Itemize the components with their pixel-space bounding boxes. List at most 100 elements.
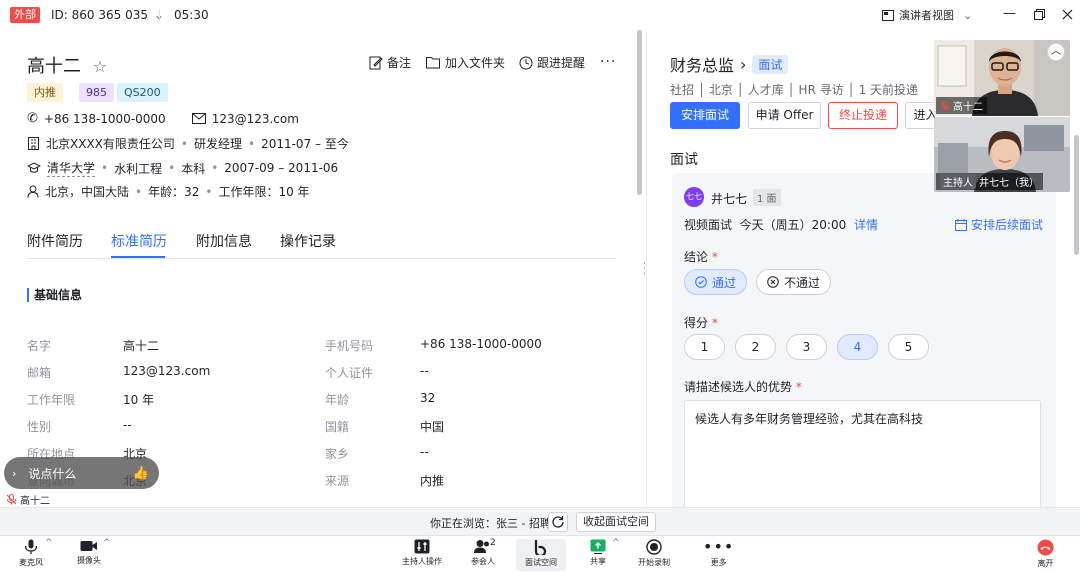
personal-row: 北京，中国大陆 • 年龄：32 • 工作年限：10 年	[27, 183, 310, 200]
browse-bar: 你正在浏览：张三 - 招聘 收起面试空间	[0, 507, 1080, 535]
hang-up-icon	[1037, 539, 1054, 556]
refresh-button[interactable]	[548, 512, 568, 532]
video-tile-host[interactable]: 主持人 井七七（我）	[934, 117, 1070, 192]
field-label: 个人证件	[325, 366, 374, 380]
job-title-row[interactable]: 财务总监 › 面试	[670, 52, 789, 76]
chat-input-pill[interactable]: › 说点什么 👍	[4, 457, 159, 489]
camera-label: 摄像头	[77, 556, 101, 565]
tab-additional-info[interactable]: 附加信息	[196, 231, 252, 251]
field-label: 年龄	[325, 393, 350, 407]
self-mic-status: 高十二	[6, 492, 50, 507]
years-experience: 工作年限：10 年	[218, 185, 310, 199]
more-dots-icon: •••	[703, 537, 735, 556]
minimize-icon[interactable]: —	[1003, 6, 1016, 21]
view-mode-switch[interactable]: 演讲者视图 ⌄	[882, 7, 972, 23]
arrange-next-interview-label: 安排后续面试	[970, 218, 1043, 232]
interview-schedule: 视频面试 今天（周五）20:00 详情	[684, 216, 878, 233]
field-label: 工作年限	[27, 393, 76, 407]
fail-label: 不通过	[783, 275, 820, 290]
meeting-toolbar: 麦克风 ^ 摄像头 ^ 主持人操作 参会人 2 面试空间 共享 ^ 开始录制 •…	[0, 535, 1080, 573]
field-value: 32	[420, 391, 436, 405]
strengths-label: 请描述候选人的优势 *	[684, 380, 802, 394]
details-link[interactable]: 详情	[854, 218, 878, 232]
score-option-5[interactable]: 5	[888, 334, 929, 360]
tab-standard-resume[interactable]: 标准简历	[111, 231, 167, 251]
video-tile-candidate[interactable]: 高十二 ︿	[934, 40, 1070, 116]
fail-option[interactable]: 不通过	[756, 269, 831, 295]
chat-placeholder: 说点什么	[28, 466, 77, 481]
host-operations-label: 主持人操作	[402, 557, 442, 566]
tabs-divider	[27, 258, 616, 259]
work-period: 2011-07 – 至今	[261, 137, 349, 151]
meeting-id-text: ID: 860 365 035	[51, 8, 148, 22]
field-label: 家乡	[325, 447, 350, 461]
left-scrollbar[interactable]	[637, 30, 642, 195]
score-option-2[interactable]: 2	[735, 334, 776, 360]
conclusion-label: 结论 *	[684, 250, 718, 264]
school-name[interactable]: 清华大学	[47, 159, 96, 177]
strengths-textarea[interactable]: 候选人有多年财务管理经验，尤其在高科技	[684, 400, 1041, 507]
restore-icon[interactable]	[1034, 9, 1045, 20]
thumbs-up-icon[interactable]: 👍	[133, 466, 149, 481]
note-button[interactable]: 备注	[369, 54, 411, 71]
arrange-next-interview-link[interactable]: 安排后续面试	[954, 216, 1043, 233]
chevron-up-icon[interactable]: ︿	[1047, 43, 1065, 61]
mic-muted-icon	[6, 494, 17, 505]
share-button[interactable]: 共享	[590, 539, 606, 567]
star-icon[interactable]: ☆	[93, 57, 107, 76]
field-value: 123@123.com	[123, 364, 211, 378]
score-option-4[interactable]: 4	[837, 334, 878, 360]
browsing-status: 你正在浏览：张三 - 招聘	[430, 517, 551, 530]
meeting-id[interactable]: ID: 860 365 035⌄	[51, 8, 164, 22]
more-icon[interactable]: ···	[600, 54, 616, 70]
chevron-right-icon: ›	[12, 466, 17, 480]
field-value: 内推	[420, 474, 445, 488]
mail-icon	[191, 113, 206, 124]
add-to-folder-button[interactable]: 加入文件夹	[426, 54, 505, 71]
collapse-interview-space-button[interactable]: 收起面试空间	[576, 512, 656, 532]
arrange-interview-button[interactable]: 安排面试	[670, 102, 740, 129]
note-label: 备注	[387, 56, 412, 70]
candidate-email[interactable]: 123@123.com	[212, 112, 299, 126]
chevron-down-icon: ⌄	[963, 8, 973, 22]
terminate-application-button[interactable]: 终止投递	[828, 102, 898, 129]
interview-space-button[interactable]: 面试空间	[516, 539, 566, 571]
tab-attachment-resume[interactable]: 附件简历	[27, 231, 83, 251]
building-icon	[28, 137, 39, 150]
interviewer-name: 井七七	[711, 192, 748, 206]
chevron-up-icon[interactable]: ^	[612, 538, 620, 548]
candidate-name: 高十二	[27, 56, 81, 77]
education-row: 清华大学 • 水利工程 • 本科 • 2007-09 – 2011-06	[27, 159, 338, 177]
company-name: 北京XXXX有限责任公司	[46, 137, 175, 151]
mic-muted-icon	[940, 100, 950, 111]
follow-up-reminder-label: 跟进提醒	[537, 56, 586, 70]
share-screen-icon	[590, 539, 606, 554]
leave-label: 离开	[1037, 559, 1054, 568]
host-operations-button[interactable]: 主持人操作	[402, 539, 442, 567]
tab-operation-log[interactable]: 操作记录	[280, 231, 336, 251]
microphone-button[interactable]: 麦克风	[19, 539, 43, 568]
clock-icon	[519, 56, 533, 69]
chevron-up-icon[interactable]: ^	[103, 538, 111, 548]
interview-round-badge: 1 面	[753, 189, 781, 206]
score-option-3[interactable]: 3	[786, 334, 827, 360]
score-option-1[interactable]: 1	[684, 334, 725, 360]
field-value: +86 138-1000-0000	[420, 337, 542, 351]
check-circle-icon	[695, 276, 707, 288]
candidate-phone[interactable]: +86 138-1000-0000	[44, 112, 166, 126]
camera-icon	[80, 541, 97, 551]
follow-up-reminder-button[interactable]: 跟进提醒	[519, 54, 585, 71]
right-scrollbar[interactable]	[1074, 135, 1079, 255]
more-label: 更多	[710, 558, 727, 567]
resize-handle[interactable]: · · ·	[643, 260, 646, 280]
active-tab-indicator	[111, 256, 165, 258]
person-icon	[27, 185, 39, 198]
leave-meeting-button[interactable]: 离开	[1037, 539, 1054, 569]
apply-offer-button[interactable]: 申请 Offer	[748, 102, 821, 129]
chevron-up-icon[interactable]: ^	[45, 538, 53, 548]
camera-button[interactable]: 摄像头	[77, 539, 101, 566]
start-recording-button[interactable]: 开始录制	[638, 539, 670, 568]
more-button[interactable]: ••• 更多	[703, 539, 734, 568]
pass-option[interactable]: 通过	[684, 269, 747, 295]
close-icon[interactable]	[1062, 9, 1073, 20]
